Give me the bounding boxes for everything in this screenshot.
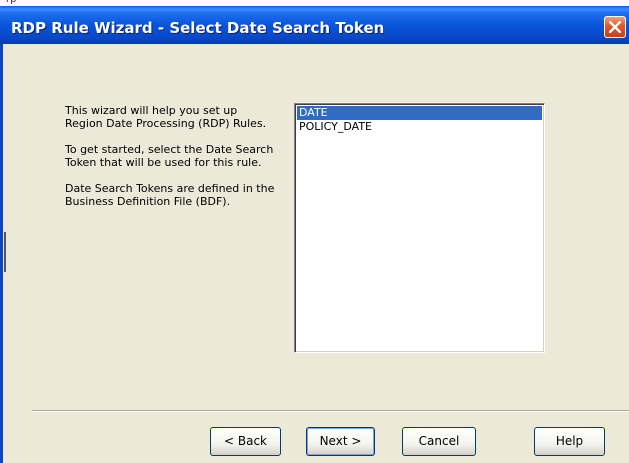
back-button[interactable]: < Back <box>210 427 281 456</box>
list-item-policy-date[interactable]: POLICY_DATE <box>297 120 542 134</box>
close-button[interactable] <box>604 16 626 38</box>
next-button[interactable]: Next > <box>306 427 375 456</box>
intro-paragraph: This wizard will help you set up Region … <box>65 104 267 130</box>
intro-paragraph: Date Search Tokens are defined in the Bu… <box>65 182 275 208</box>
background-text-fragment: rp <box>6 0 16 5</box>
window-left-edge <box>0 44 3 463</box>
date-search-token-listbox[interactable]: DATE POLICY_DATE <box>294 103 545 353</box>
intro-paragraph: To get started, select the Date Search T… <box>65 143 274 169</box>
title-bar[interactable]: RDP Rule Wizard - Select Date Search Tok… <box>0 6 629 44</box>
wizard-dialog: RDP Rule Wizard - Select Date Search Tok… <box>0 6 629 463</box>
cancel-button[interactable]: Cancel <box>402 427 476 456</box>
window-title: RDP Rule Wizard - Select Date Search Tok… <box>11 19 385 37</box>
background-window-edge <box>4 232 11 272</box>
close-icon <box>609 21 621 33</box>
intro-text: This wizard will help you set up Region … <box>65 104 275 221</box>
button-separator <box>32 410 629 412</box>
list-item-date[interactable]: DATE <box>297 106 542 120</box>
help-button[interactable]: Help <box>534 427 605 456</box>
